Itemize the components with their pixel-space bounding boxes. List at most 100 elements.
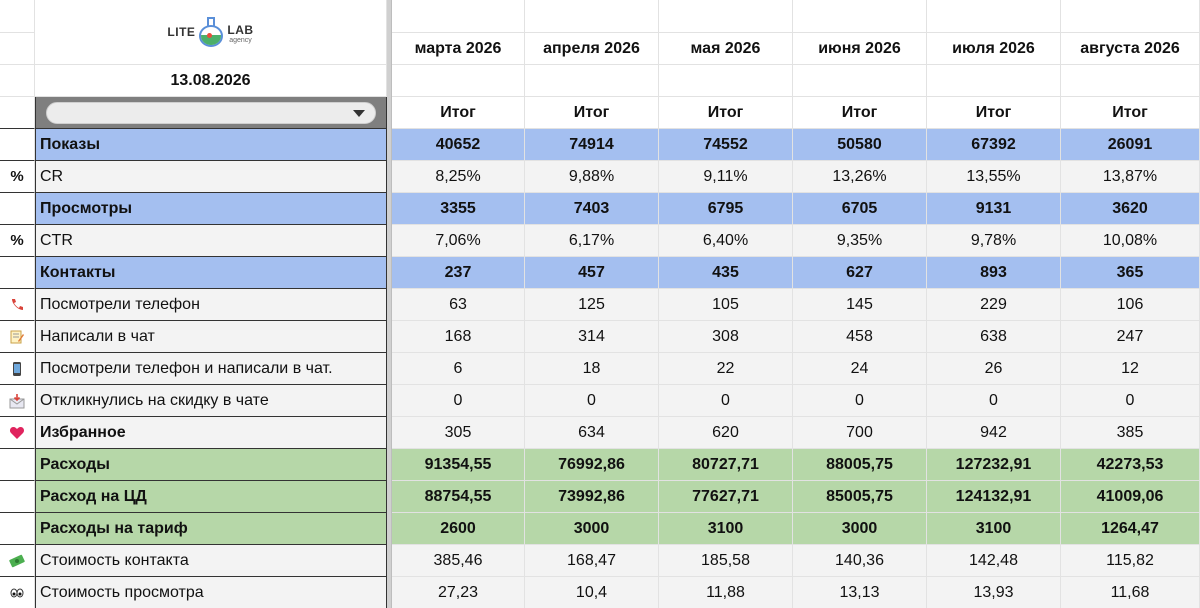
metric-value-cell[interactable]: 10,08% [1061, 225, 1200, 257]
metric-value-cell[interactable]: 1264,47 [1061, 513, 1200, 545]
metric-value-cell[interactable]: 3000 [793, 513, 927, 545]
metric-value-cell[interactable]: 9,11% [659, 161, 793, 193]
metric-value-cell[interactable]: 457 [525, 257, 659, 289]
metric-value-cell[interactable]: 308 [659, 321, 793, 353]
empty-cell[interactable] [659, 65, 793, 97]
metric-value-cell[interactable]: 3355 [392, 193, 525, 225]
metric-value-cell[interactable]: 124132,91 [927, 481, 1061, 513]
month-header[interactable]: апреля 2026 [525, 33, 659, 65]
metric-value-cell[interactable]: 27,23 [392, 577, 525, 608]
metric-value-cell[interactable]: 7,06% [392, 225, 525, 257]
metric-value-cell[interactable]: 74914 [525, 129, 659, 161]
metric-value-cell[interactable]: 237 [392, 257, 525, 289]
empty-cell[interactable] [659, 0, 793, 33]
metric-value-cell[interactable]: 0 [525, 385, 659, 417]
metric-value-cell[interactable]: 9,35% [793, 225, 927, 257]
metric-value-cell[interactable]: 314 [525, 321, 659, 353]
metric-value-cell[interactable]: 6705 [793, 193, 927, 225]
metric-value-cell[interactable]: 0 [659, 385, 793, 417]
metric-value-cell[interactable]: 620 [659, 417, 793, 449]
metric-value-cell[interactable]: 0 [927, 385, 1061, 417]
month-header[interactable]: июня 2026 [793, 33, 927, 65]
metric-value-cell[interactable]: 458 [793, 321, 927, 353]
month-header[interactable]: августа 2026 [1061, 33, 1200, 65]
metric-label[interactable]: Просмотры [35, 193, 387, 225]
empty-cell[interactable] [793, 65, 927, 97]
month-header[interactable]: марта 2026 [392, 33, 525, 65]
metric-value-cell[interactable]: 76992,86 [525, 449, 659, 481]
metric-value-cell[interactable]: 6795 [659, 193, 793, 225]
metric-value-cell[interactable]: 11,68 [1061, 577, 1200, 608]
metric-value-cell[interactable]: 24 [793, 353, 927, 385]
metric-value-cell[interactable]: 2600 [392, 513, 525, 545]
metric-value-cell[interactable]: 13,13 [793, 577, 927, 608]
metric-value-cell[interactable]: 385,46 [392, 545, 525, 577]
metric-value-cell[interactable]: 0 [1061, 385, 1200, 417]
empty-cell[interactable] [0, 97, 35, 129]
metric-label[interactable]: CR [35, 161, 387, 193]
metric-label[interactable]: Расходы на тариф [35, 513, 387, 545]
metric-label[interactable]: Посмотрели телефон и написали в чат. [35, 353, 387, 385]
metric-value-cell[interactable]: 125 [525, 289, 659, 321]
empty-cell[interactable] [1061, 0, 1200, 33]
metric-value-cell[interactable]: 3100 [659, 513, 793, 545]
metric-value-cell[interactable]: 91354,55 [392, 449, 525, 481]
total-header[interactable]: Итог [525, 97, 659, 129]
total-header[interactable]: Итог [793, 97, 927, 129]
month-header[interactable]: мая 2026 [659, 33, 793, 65]
metric-label[interactable]: Расход на ЦД [35, 481, 387, 513]
total-header[interactable]: Итог [392, 97, 525, 129]
metric-value-cell[interactable]: 26091 [1061, 129, 1200, 161]
metric-value-cell[interactable]: 74552 [659, 129, 793, 161]
empty-cell[interactable] [0, 33, 35, 65]
metric-value-cell[interactable]: 9131 [927, 193, 1061, 225]
metric-value-cell[interactable]: 140,36 [793, 545, 927, 577]
report-date[interactable]: 13.08.2026 [35, 65, 387, 97]
metric-value-cell[interactable]: 13,87% [1061, 161, 1200, 193]
empty-cell[interactable] [392, 0, 525, 33]
filter-dropdown[interactable] [46, 101, 376, 124]
metric-value-cell[interactable]: 185,58 [659, 545, 793, 577]
metric-value-cell[interactable]: 11,88 [659, 577, 793, 608]
metric-value-cell[interactable]: 88754,55 [392, 481, 525, 513]
corner-cell[interactable] [0, 0, 35, 33]
metric-value-cell[interactable]: 435 [659, 257, 793, 289]
metric-value-cell[interactable]: 106 [1061, 289, 1200, 321]
empty-cell[interactable] [392, 65, 525, 97]
filter-cell[interactable] [35, 97, 387, 129]
metric-value-cell[interactable]: 0 [392, 385, 525, 417]
metric-value-cell[interactable]: 63 [392, 289, 525, 321]
metric-label[interactable]: Стоимость контакта [35, 545, 387, 577]
metric-value-cell[interactable]: 9,88% [525, 161, 659, 193]
metric-value-cell[interactable]: 142,48 [927, 545, 1061, 577]
metric-value-cell[interactable]: 73992,86 [525, 481, 659, 513]
metric-value-cell[interactable]: 10,4 [525, 577, 659, 608]
metric-value-cell[interactable]: 8,25% [392, 161, 525, 193]
metric-label[interactable]: Посмотрели телефон [35, 289, 387, 321]
metric-value-cell[interactable]: 127232,91 [927, 449, 1061, 481]
metric-value-cell[interactable]: 385 [1061, 417, 1200, 449]
metric-value-cell[interactable]: 247 [1061, 321, 1200, 353]
metric-label[interactable]: CTR [35, 225, 387, 257]
metric-value-cell[interactable]: 893 [927, 257, 1061, 289]
metric-value-cell[interactable]: 88005,75 [793, 449, 927, 481]
chevron-down-icon[interactable] [353, 109, 365, 117]
metric-value-cell[interactable]: 638 [927, 321, 1061, 353]
metric-value-cell[interactable]: 700 [793, 417, 927, 449]
metric-value-cell[interactable]: 115,82 [1061, 545, 1200, 577]
empty-cell[interactable] [793, 0, 927, 33]
metric-value-cell[interactable]: 7403 [525, 193, 659, 225]
metric-value-cell[interactable]: 18 [525, 353, 659, 385]
empty-cell[interactable] [525, 65, 659, 97]
metric-value-cell[interactable]: 365 [1061, 257, 1200, 289]
metric-value-cell[interactable]: 229 [927, 289, 1061, 321]
metric-value-cell[interactable]: 0 [793, 385, 927, 417]
metric-value-cell[interactable]: 6 [392, 353, 525, 385]
empty-cell[interactable] [0, 65, 35, 97]
metric-value-cell[interactable]: 627 [793, 257, 927, 289]
metric-value-cell[interactable]: 9,78% [927, 225, 1061, 257]
metric-value-cell[interactable]: 41009,06 [1061, 481, 1200, 513]
metric-value-cell[interactable]: 13,93 [927, 577, 1061, 608]
metric-value-cell[interactable]: 942 [927, 417, 1061, 449]
empty-cell[interactable] [927, 65, 1061, 97]
